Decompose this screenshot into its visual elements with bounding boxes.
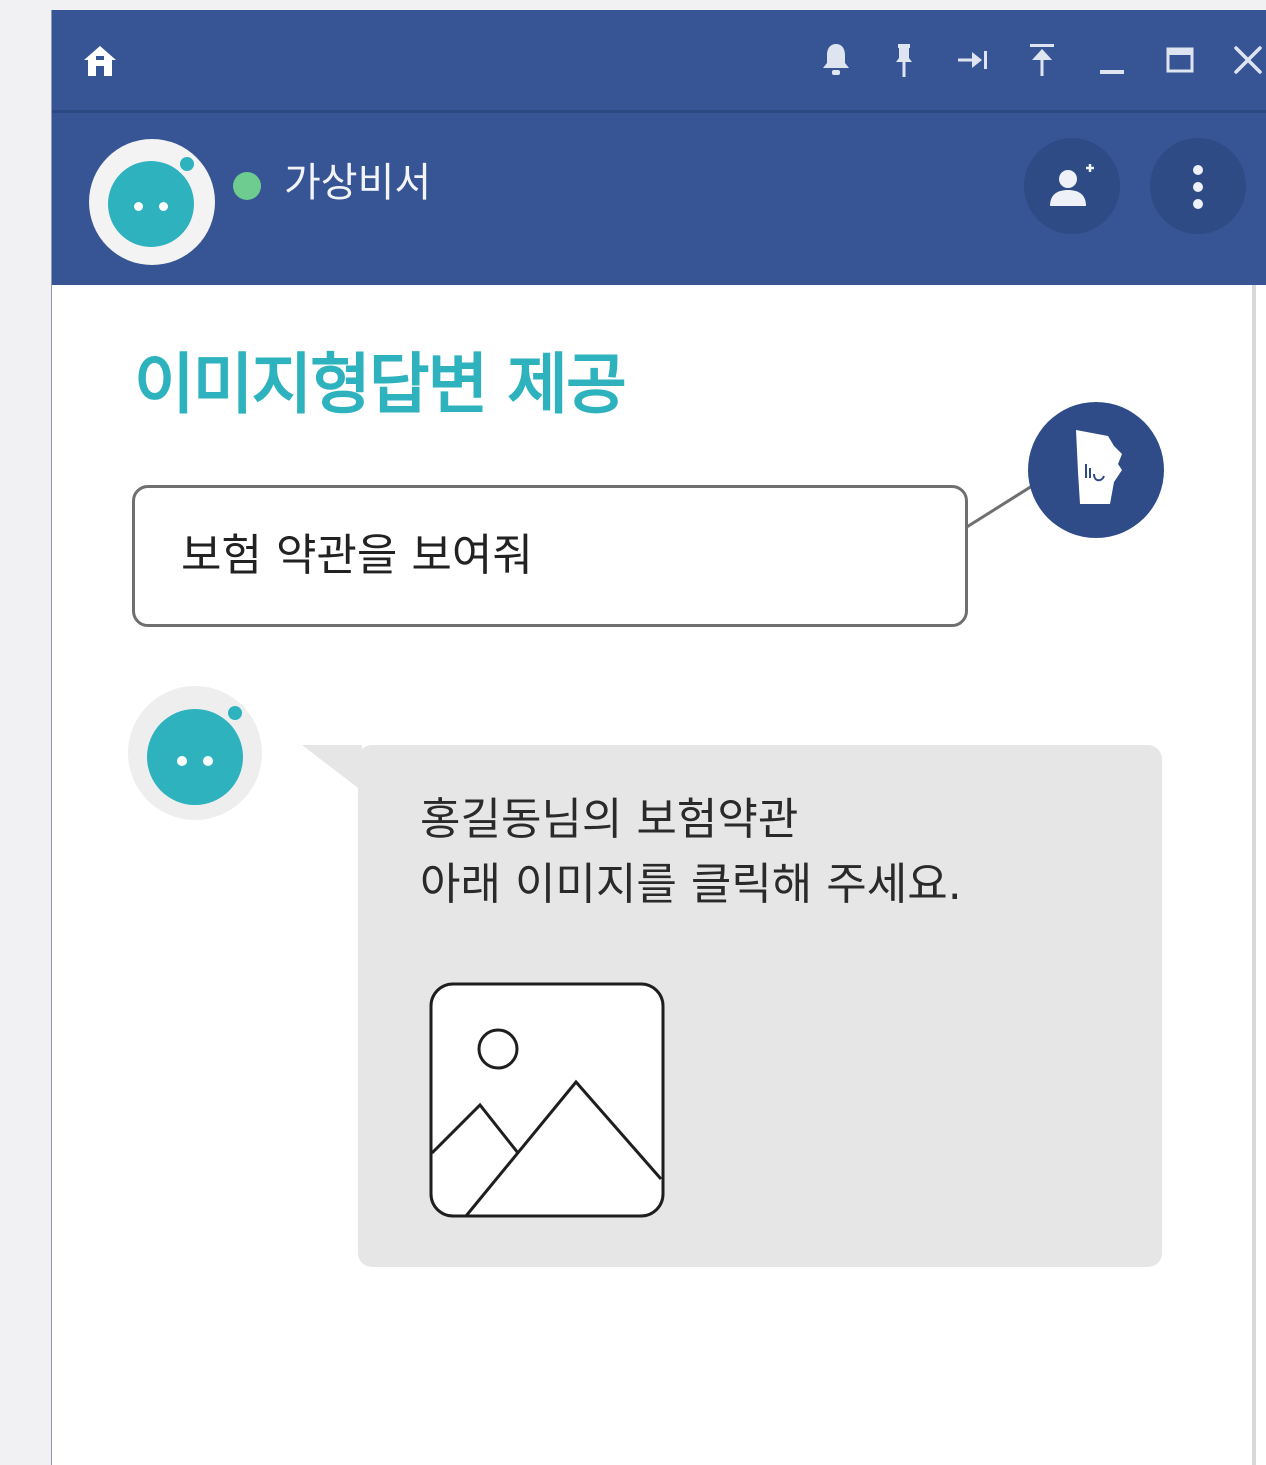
move-top-icon[interactable] [1022,40,1062,80]
user-document-icon [1076,430,1122,504]
window-scroll-edge [1252,285,1256,1465]
bot-message-bubble: 홍길동님의 보험약관 아래 이미지를 클릭해 주세요. [358,745,1162,1267]
page-title: 이미지형답변 제공 [134,346,627,423]
close-icon[interactable] [1228,40,1266,80]
add-user-icon [1050,164,1094,206]
image-placeholder-icon[interactable] [428,981,666,1219]
add-user-button[interactable] [1024,138,1120,234]
bell-icon[interactable] [816,40,856,80]
user-avatar [1028,402,1164,538]
home-icon[interactable] [82,44,118,78]
bot-face-icon [147,709,243,805]
more-options-button[interactable] [1150,138,1246,234]
contact-name: 가상비서 [284,160,432,206]
more-vertical-icon [1193,165,1203,209]
assistant-avatar [89,139,215,265]
bot-message-line2: 아래 이미지를 클릭해 주세요. [420,859,962,910]
title-bar [52,10,1266,113]
chat-window: 가상비서 이미지형답변 제공 보험 약관을 보여줘 홍길동님의 보험약관 아래 … [52,10,1266,1465]
online-status-indicator [233,172,261,200]
dock-icon[interactable] [954,40,994,80]
bot-message-line1: 홍길동님의 보험약관 [420,794,799,845]
chat-header: 가상비서 [52,113,1266,285]
pin-icon[interactable] [884,40,924,80]
bot-face-icon [108,161,194,247]
minimize-icon[interactable] [1092,40,1132,80]
bot-bubble-tail [302,745,362,791]
bot-avatar [128,686,262,820]
maximize-icon[interactable] [1160,40,1200,80]
user-message-bubble: 보험 약관을 보여줘 [132,485,968,627]
user-message-text: 보험 약관을 보여줘 [181,530,533,581]
